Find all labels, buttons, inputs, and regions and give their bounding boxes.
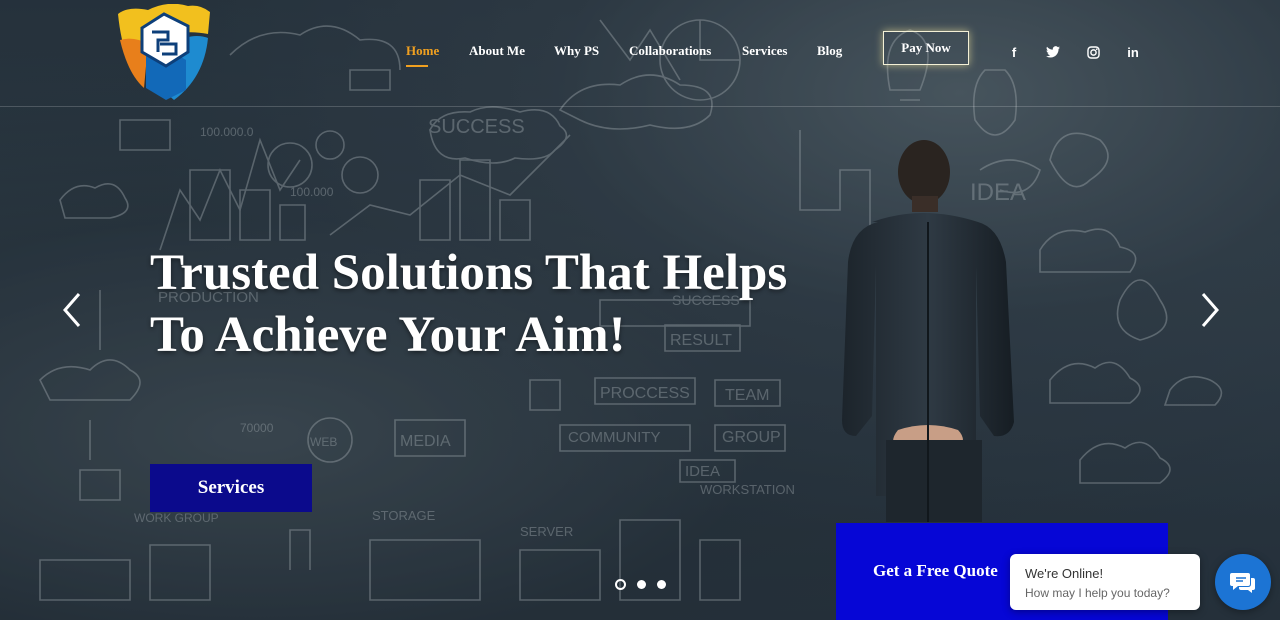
hero-headline: Trusted Solutions That Helps To Achieve … [150,242,850,366]
services-cta-button[interactable]: Services [150,464,312,512]
instagram-icon[interactable] [1083,42,1103,62]
hero-headline-line1: Trusted Solutions That Helps [150,245,788,301]
slide-dot-2[interactable] [637,580,646,589]
nav-active-indicator [406,65,428,67]
nav-item-collaborations[interactable]: Collaborations [629,43,711,59]
slide-dot-3[interactable] [657,580,666,589]
slider-next-arrow[interactable] [1195,290,1225,330]
nav-item-about-me[interactable]: About Me [469,43,525,59]
chat-subtitle: How may I help you today? [1025,586,1170,600]
site-logo[interactable] [112,4,212,102]
free-quote-label[interactable]: Get a Free Quote [873,561,998,581]
chat-title: We're Online! [1025,566,1104,581]
linkedin-icon[interactable]: in [1123,42,1143,62]
nav-item-why-ps[interactable]: Why PS [554,43,599,59]
slide-dot-1[interactable] [615,579,626,590]
slider-prev-arrow[interactable] [57,290,87,330]
facebook-icon[interactable]: f [1004,42,1024,62]
chat-greeting-bubble[interactable]: We're Online! How may I help you today? [1010,554,1200,610]
pay-now-button[interactable]: Pay Now [883,31,969,65]
chat-icon [1230,573,1255,593]
nav-item-services[interactable]: Services [742,43,787,59]
site-header: Home About Me Why PS Collaborations Serv… [0,0,1280,107]
chat-launcher-button[interactable] [1215,554,1271,610]
businessman-figure [842,140,1014,522]
twitter-icon[interactable] [1043,42,1063,62]
hero-headline-line2: To Achieve Your Aim! [150,307,626,363]
nav-item-home[interactable]: Home [406,43,439,59]
nav-item-blog[interactable]: Blog [817,43,842,59]
